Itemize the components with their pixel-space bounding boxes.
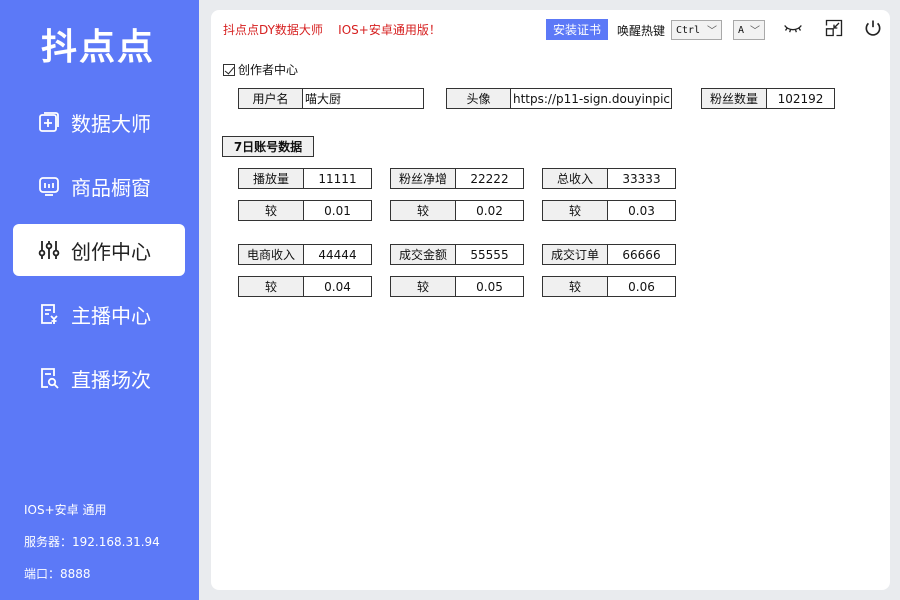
monitor-icon [37, 174, 61, 198]
minimize-icon[interactable] [823, 17, 845, 39]
sidebar-item-showcase[interactable]: 商品橱窗 [13, 160, 185, 212]
ecommerce-income-field[interactable]: 44444 [303, 244, 372, 265]
install-cert-button[interactable]: 安装证书 [546, 19, 608, 40]
sidebar-item-label: 创作中心 [71, 239, 151, 264]
fans-net-gain-label: 粉丝净增 [390, 168, 456, 189]
total-income-label: 总收入 [542, 168, 608, 189]
gmv-field[interactable]: 55555 [455, 244, 524, 265]
compare-label: 较 [542, 200, 608, 221]
seven-day-data-button[interactable]: 7日账号数据 [222, 136, 314, 157]
fans-net-gain-compare-field[interactable]: 0.02 [455, 200, 524, 221]
compare-label: 较 [390, 200, 456, 221]
play-count-label: 播放量 [238, 168, 304, 189]
play-count-field[interactable]: 11111 [303, 168, 372, 189]
compare-label: 较 [238, 200, 304, 221]
creator-center-checkbox[interactable]: 创作者中心 [223, 61, 298, 78]
app-logo: 抖点点 [41, 27, 156, 68]
username-field[interactable]: 喵大厨 [302, 88, 424, 109]
gmv-label: 成交金额 [390, 244, 456, 265]
chevron-down-icon: ﹀ [707, 26, 717, 37]
avatar-url-field[interactable]: https://p11-sign.douyinpic.c [510, 88, 672, 109]
ecommerce-income-label: 电商收入 [238, 244, 304, 265]
sidebar-item-label: 数据大师 [71, 111, 151, 136]
compare-label: 较 [542, 276, 608, 297]
port-text: 端口：8888 [24, 567, 91, 581]
hotkey-label: 唤醒热键 [617, 24, 666, 38]
avatar-label: 头像 [446, 88, 511, 109]
orders-field[interactable]: 66666 [607, 244, 676, 265]
sidebar-item-creator-center[interactable]: 创作中心 [13, 224, 185, 276]
compare-label: 较 [390, 276, 456, 297]
total-income-compare-field[interactable]: 0.03 [607, 200, 676, 221]
sidebar: 抖点点 数据大师 商品橱窗 创作中心 主播中心 直播场次 IOS+安卓 通用 服… [0, 0, 199, 600]
app-title: 抖点点DY数据大师 IOS+安卓通用版！ [223, 23, 441, 37]
server-text: 服务器：192.168.31.94 [24, 535, 160, 549]
fans-field[interactable]: 102192 [766, 88, 835, 109]
platform-text: IOS+安卓 通用 [24, 503, 107, 517]
key-select[interactable]: A ﹀ [733, 20, 765, 40]
ecommerce-income-compare-field[interactable]: 0.04 [303, 276, 372, 297]
power-icon[interactable] [862, 17, 884, 39]
main-panel: 抖点点DY数据大师 IOS+安卓通用版！ 安装证书 唤醒热键 Ctrl ﹀ A … [211, 10, 890, 590]
sliders-icon [37, 238, 61, 262]
yen-document-icon [37, 302, 61, 326]
sidebar-item-label: 商品橱窗 [71, 175, 151, 200]
username-label: 用户名 [238, 88, 303, 109]
gmv-compare-field[interactable]: 0.05 [455, 276, 524, 297]
fans-net-gain-field[interactable]: 22222 [455, 168, 524, 189]
modifier-select[interactable]: Ctrl ﹀ [671, 20, 722, 40]
fans-label: 粉丝数量 [701, 88, 767, 109]
sidebar-item-live-sessions[interactable]: 直播场次 [13, 352, 185, 404]
play-count-compare-field[interactable]: 0.01 [303, 200, 372, 221]
total-income-field[interactable]: 33333 [607, 168, 676, 189]
checkbox-check-icon [223, 63, 235, 76]
eye-closed-icon[interactable] [782, 17, 804, 39]
key-select-value: A [738, 24, 745, 36]
chevron-down-icon: ﹀ [750, 26, 760, 37]
checkbox-label: 创作者中心 [238, 63, 299, 77]
search-document-icon [37, 366, 61, 390]
orders-compare-field[interactable]: 0.06 [607, 276, 676, 297]
sidebar-item-label: 主播中心 [71, 303, 151, 328]
compare-label: 较 [238, 276, 304, 297]
modifier-select-value: Ctrl [676, 24, 701, 36]
sidebar-item-anchor-center[interactable]: 主播中心 [13, 288, 185, 340]
sidebar-item-label: 直播场次 [71, 367, 151, 392]
plus-square-icon [37, 110, 61, 134]
orders-label: 成交订单 [542, 244, 608, 265]
sidebar-item-data-master[interactable]: 数据大师 [13, 96, 185, 148]
